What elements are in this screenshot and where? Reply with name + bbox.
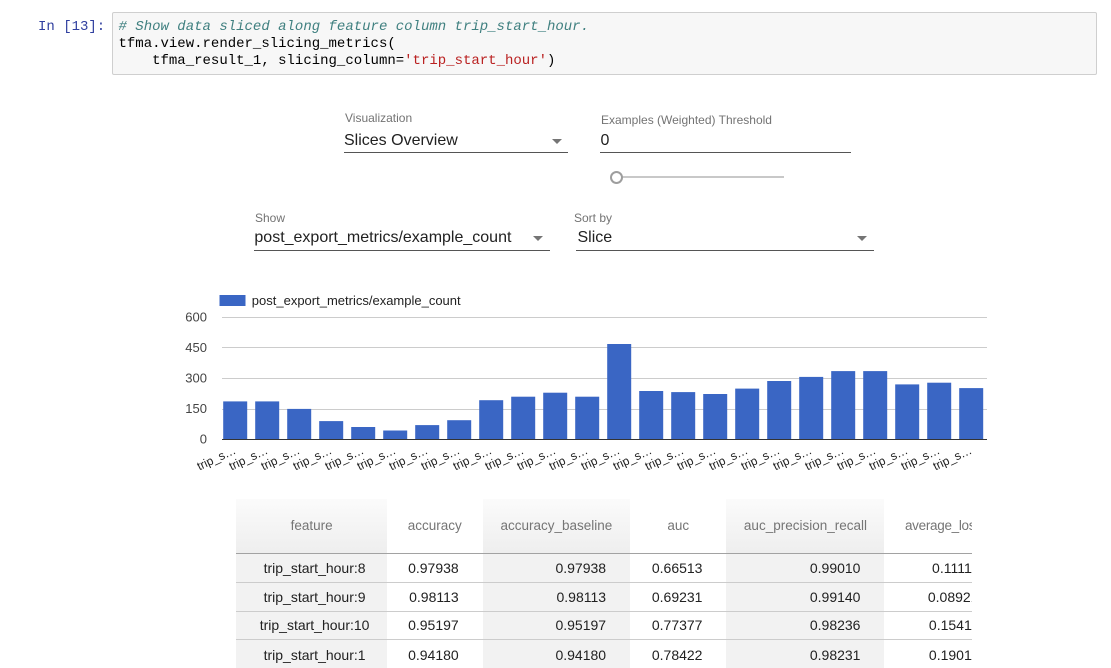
svg-text:300: 300 [185, 371, 207, 386]
svg-text:150: 150 [185, 401, 207, 416]
svg-text:600: 600 [185, 310, 207, 325]
svg-text:post_export_metrics/example_co: post_export_metrics/example_count [252, 293, 461, 308]
svg-text:450: 450 [185, 340, 207, 355]
svg-text:0: 0 [200, 432, 207, 447]
